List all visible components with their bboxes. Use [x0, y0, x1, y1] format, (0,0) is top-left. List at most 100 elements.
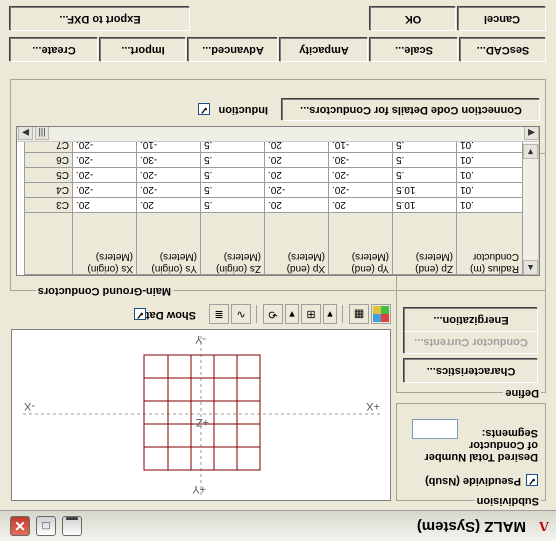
scroll-down-icon[interactable]: ▲: [523, 260, 538, 275]
layers-icon[interactable]: ≣: [209, 304, 229, 324]
title-bar[interactable]: Λ MALZ (System) ▁ □ ✕: [0, 510, 556, 541]
table-cell[interactable]: 20.: [328, 197, 393, 213]
table-cell[interactable]: .5: [392, 167, 457, 183]
table-cell[interactable]: .01: [456, 152, 523, 168]
maximize-icon: □: [42, 519, 50, 533]
grid-view-icon[interactable]: ▦: [349, 304, 369, 324]
tab-ampacity[interactable]: Ampacity: [280, 38, 368, 62]
plot-area[interactable]: +X -X +Y -Y +Z: [11, 329, 391, 501]
characteristics-button[interactable]: Characteristics...: [404, 359, 538, 383]
col-header: Zs (origin) (Meters): [200, 212, 265, 275]
table-cell[interactable]: .5: [200, 197, 265, 213]
pseudivide-checkbox[interactable]: ✓: [526, 474, 538, 486]
table-row[interactable]: .01 .5 -30. 20. .5 -30. -20. C6: [24, 152, 523, 168]
tab-import[interactable]: Import...: [100, 38, 186, 62]
table-cell[interactable]: 20.: [264, 167, 329, 183]
table-cell[interactable]: -30.: [328, 152, 393, 168]
vertical-scrollbar[interactable]: ▲ ▼: [523, 143, 539, 275]
minimize-button[interactable]: ▁: [62, 516, 82, 536]
desired-label-line1: Desired Total Number: [424, 451, 539, 463]
table-cell[interactable]: -20.: [72, 152, 137, 168]
table-cell[interactable]: 20.: [136, 197, 201, 213]
header-row: Radius (m) Conductor Zp (end) (Meters) Y…: [24, 212, 523, 275]
col-header: Zp (end) (Meters): [392, 212, 457, 275]
row-header[interactable]: C6: [24, 152, 73, 168]
dropdown-arrow-icon-2[interactable]: ▾: [285, 304, 299, 324]
table-cell[interactable]: .01: [456, 182, 523, 198]
define-legend: Define: [503, 386, 541, 399]
cancel-button[interactable]: Cancel: [458, 7, 546, 31]
table-cell[interactable]: -20.: [136, 167, 201, 183]
z-axis-label: +Z: [195, 416, 209, 428]
color-palette-icon[interactable]: [371, 304, 391, 324]
dropdown-arrow-icon[interactable]: ▾: [323, 304, 337, 324]
row-header[interactable]: C5: [24, 167, 73, 183]
table-cell[interactable]: 20.: [72, 197, 137, 213]
col-header: Xs (origin) (Meters): [72, 212, 137, 275]
show-data-label: Show Data: [139, 309, 196, 321]
table-cell[interactable]: .5: [200, 182, 265, 198]
row-header[interactable]: C4: [24, 182, 73, 198]
connection-code-button[interactable]: Connection Code Details for Conductors..…: [282, 99, 540, 121]
scroll-left-icon[interactable]: ▶: [18, 126, 33, 140]
desired-label-line3: Segments:: [481, 427, 538, 439]
corner-cell: [24, 212, 73, 275]
y-pos-label: +Y: [192, 483, 206, 495]
horizontal-scrollbar[interactable]: ◀ ||| ▶: [17, 126, 539, 142]
table-cell[interactable]: 10.5: [392, 182, 457, 198]
conductors-table[interactable]: ▲ ▼ Radius (m) Conductor Zp (end) (Meter…: [16, 126, 540, 276]
table-row[interactable]: .01 .5 -20. 20. .5 -20. -20. C5: [24, 167, 523, 183]
table-cell[interactable]: -20.: [136, 182, 201, 198]
plot-toolbar: ▦ ▾ ⊞ ▾ ⟲ ∿ ≣ Show Data ✓: [11, 302, 391, 326]
scroll-right-icon[interactable]: ◀: [524, 126, 539, 140]
export-dxf-button[interactable]: Export to DXF...: [10, 7, 190, 31]
show-data-checkbox[interactable]: ✓: [134, 308, 146, 320]
window-title: MALZ (System): [416, 518, 526, 535]
table-cell[interactable]: -30.: [136, 152, 201, 168]
row-header[interactable]: C3: [24, 197, 73, 213]
conductor-currents-button[interactable]: Conductor Currents...: [404, 330, 538, 354]
zoom-icon[interactable]: ⊞: [301, 304, 321, 324]
x-neg-label: -X: [24, 400, 35, 412]
app-logo-icon: Λ: [538, 518, 549, 533]
x-pos-label: +X: [366, 400, 380, 412]
col-header: Ys (origin) (Meters): [136, 212, 201, 275]
table-row[interactable]: .01 10.5 -20. -20. .5 -20. -20. C4: [24, 182, 523, 198]
table-cell[interactable]: 20.: [264, 197, 329, 213]
close-button[interactable]: ✕: [10, 516, 30, 536]
table-cell[interactable]: 10.5: [392, 197, 457, 213]
table-cell[interactable]: -20.: [264, 182, 329, 198]
induction-checkbox[interactable]: ✓: [198, 103, 210, 115]
table-cell[interactable]: .01: [456, 197, 523, 213]
scroll-thumb[interactable]: |||: [35, 126, 49, 140]
chart-icon[interactable]: ∿: [231, 304, 251, 324]
tab-advanced[interactable]: Advanced...: [188, 38, 278, 62]
table-cell[interactable]: .01: [456, 167, 523, 183]
table-cell[interactable]: -20.: [328, 167, 393, 183]
table-cell[interactable]: -20.: [328, 182, 393, 198]
table-row[interactable]: .01 10.5 20. 20. .5 20. 20. C3: [24, 197, 523, 213]
close-icon: ✕: [14, 518, 26, 534]
tab-create[interactable]: Create...: [10, 38, 98, 62]
scroll-up-icon[interactable]: ▼: [523, 144, 538, 159]
ok-button[interactable]: OK: [370, 7, 456, 31]
rotate-view-icon[interactable]: ⟲: [263, 304, 283, 324]
table-cell[interactable]: .5: [392, 152, 457, 168]
induction-label: Induction: [218, 104, 269, 116]
toolbar-separator-2: [256, 305, 257, 323]
table-cell[interactable]: -20.: [72, 182, 137, 198]
palette-glyph: [373, 306, 389, 322]
conductors-legend: Main-Ground Conductors: [35, 284, 173, 297]
minimize-icon: ▁: [66, 518, 78, 534]
table-cell[interactable]: .5: [200, 152, 265, 168]
energization-button[interactable]: Energization...: [404, 308, 538, 332]
table-cell[interactable]: .5: [200, 167, 265, 183]
toolbar-separator: [342, 305, 343, 323]
table-cell[interactable]: 20.: [264, 152, 329, 168]
table-cell[interactable]: -20.: [72, 167, 137, 183]
segments-input[interactable]: [412, 419, 458, 439]
tab-scale[interactable]: Scale...: [370, 38, 458, 62]
tab-sescad[interactable]: SesCAD...: [460, 38, 546, 62]
maximize-button[interactable]: □: [36, 516, 56, 536]
grid-mesh: [143, 354, 261, 471]
